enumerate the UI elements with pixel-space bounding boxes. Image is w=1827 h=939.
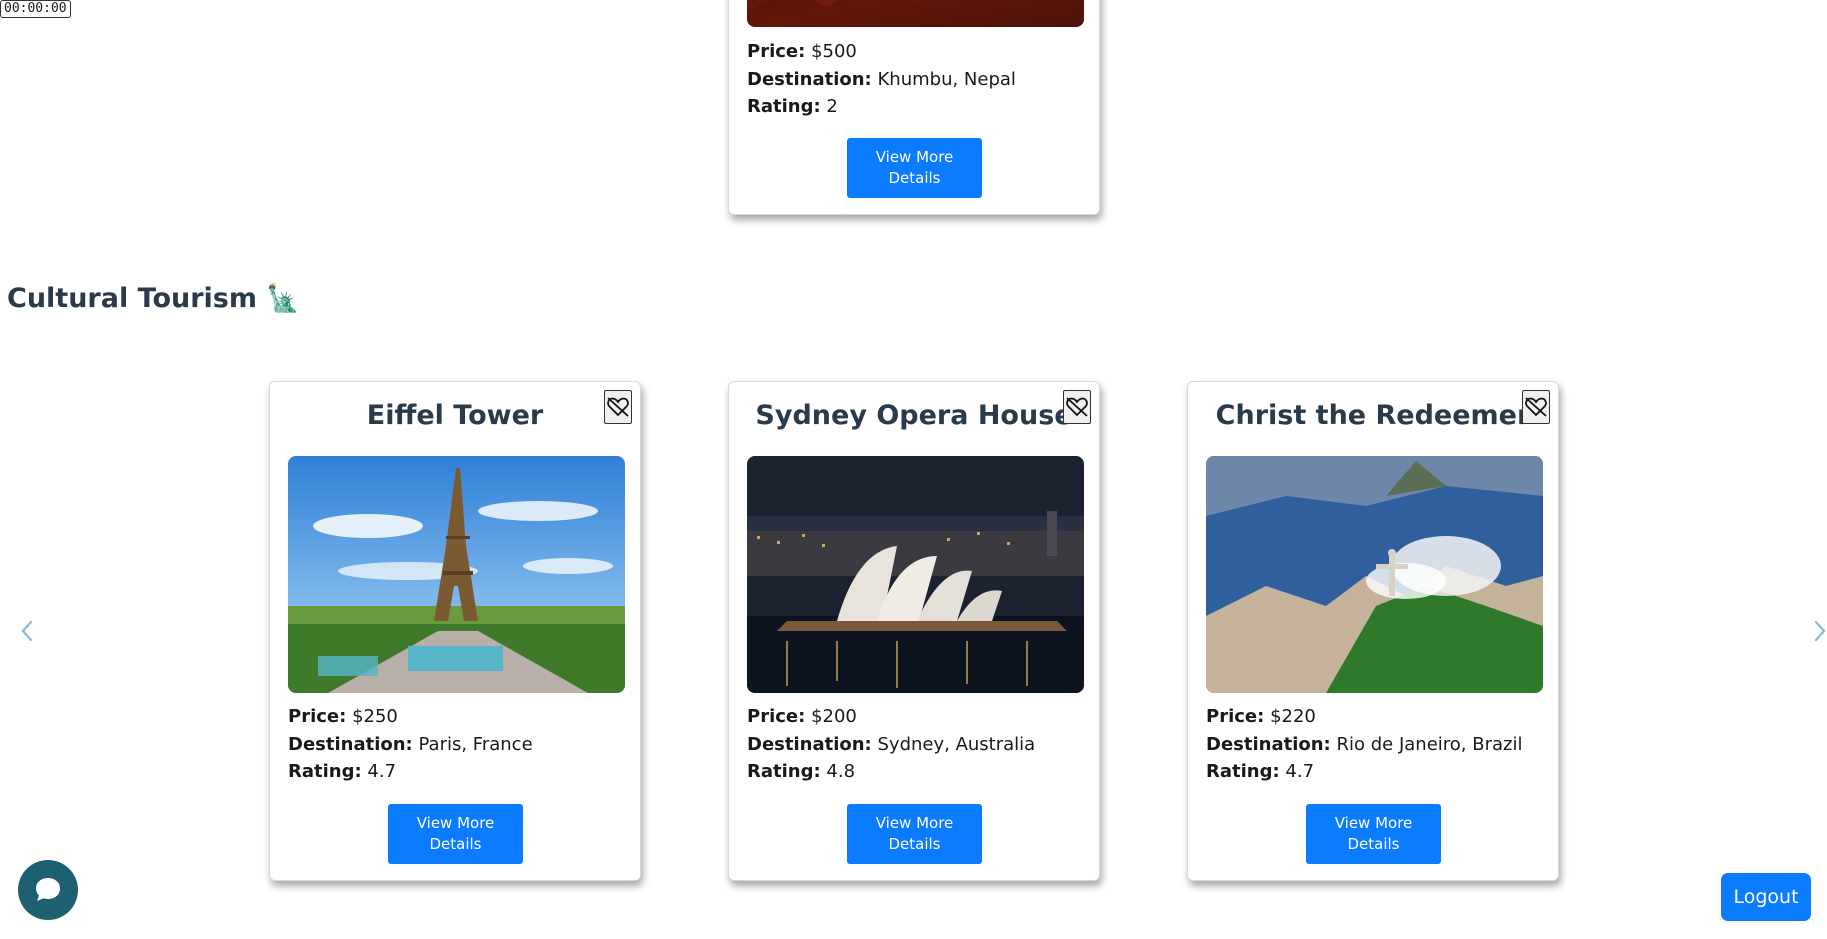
rating-value: 2 <box>826 96 838 117</box>
favorite-button[interactable] <box>1063 390 1091 424</box>
price-row: Price: $220 <box>1206 706 1316 727</box>
price-value: $220 <box>1270 706 1316 727</box>
price-value: $250 <box>352 706 398 727</box>
tour-info: Price: $500 Destination: Khumbu, Nepal R… <box>747 38 1016 121</box>
price-value: $200 <box>811 706 857 727</box>
card-title: Christ the Redeemer <box>1215 400 1531 431</box>
heart-crossed-icon <box>1525 397 1547 417</box>
card-title: Eiffel Tower <box>366 400 544 431</box>
heart-crossed-icon <box>607 397 629 417</box>
rating-row: Rating: 4.7 <box>1206 761 1315 782</box>
carousel-prev-button[interactable] <box>16 614 38 648</box>
rating-row: Rating: 4.8 <box>747 761 856 782</box>
destination-value: Sydney, Australia <box>877 733 1036 755</box>
chevron-right-icon <box>1814 620 1825 642</box>
favorite-button[interactable] <box>1522 390 1550 424</box>
rating-value: 4.8 <box>826 761 856 782</box>
carousel-next-button[interactable] <box>1812 614 1827 648</box>
tour-info: Price: $220 Destination: Rio de Janeiro,… <box>1206 703 1522 786</box>
rating-row: Rating: 4.7 <box>288 761 397 782</box>
tour-image <box>747 0 1084 27</box>
view-more-details-button[interactable]: View More Details <box>388 804 523 864</box>
tour-card: Christ the Redeemer Price: $220 Destinat… <box>1187 381 1559 881</box>
view-more-details-button[interactable]: View More Details <box>847 138 982 198</box>
price-row: Price: $200 <box>747 706 857 727</box>
rating-value: 4.7 <box>1285 761 1315 782</box>
tour-image <box>747 456 1084 693</box>
destination-row: Destination: Rio de Janeiro, Brazil <box>1206 733 1523 755</box>
destination-row: Destination: Khumbu, Nepal <box>747 68 1016 90</box>
destination-value: Rio de Janeiro, Brazil <box>1336 733 1523 755</box>
destination-value: Paris, France <box>418 733 533 755</box>
tour-image <box>288 456 625 693</box>
tour-card: Sydney Opera House Price: $200 Destinati… <box>728 381 1100 881</box>
timer: 00:00:00 <box>0 0 71 18</box>
card-title: Sydney Opera House <box>755 400 1073 431</box>
price-row: Price: $250 <box>288 706 398 727</box>
price-row: Price: $500 <box>747 41 857 62</box>
tour-image <box>1206 456 1543 693</box>
tour-info: Price: $250 Destination: Paris, France R… <box>288 703 533 786</box>
rating-value: 4.7 <box>367 761 397 782</box>
destination-value: Khumbu, Nepal <box>877 68 1016 90</box>
chat-bubble-icon <box>36 878 60 901</box>
destination-row: Destination: Sydney, Australia <box>747 733 1036 755</box>
favorite-button[interactable] <box>604 390 632 424</box>
page: 00:00:00 Price: $500 Destination: Khumbu… <box>0 0 1827 939</box>
chevron-left-icon <box>21 620 33 642</box>
top-tour-card: Price: $500 Destination: Khumbu, Nepal R… <box>728 0 1100 215</box>
view-more-details-button[interactable]: View More Details <box>1306 804 1441 864</box>
destination-row: Destination: Paris, France <box>288 733 533 755</box>
price-value: $500 <box>811 41 857 62</box>
section-title: Cultural Tourism 🗽 <box>7 283 301 314</box>
rating-row: Rating: 2 <box>747 96 838 117</box>
logout-button[interactable]: Logout <box>1721 873 1811 921</box>
chat-button[interactable] <box>18 860 78 920</box>
view-more-details-button[interactable]: View More Details <box>847 804 982 864</box>
heart-crossed-icon <box>1066 397 1088 417</box>
tour-card: Eiffel Tower Price: $250 Destination: Pa… <box>269 381 641 881</box>
tour-info: Price: $200 Destination: Sydney, Austral… <box>747 703 1035 786</box>
